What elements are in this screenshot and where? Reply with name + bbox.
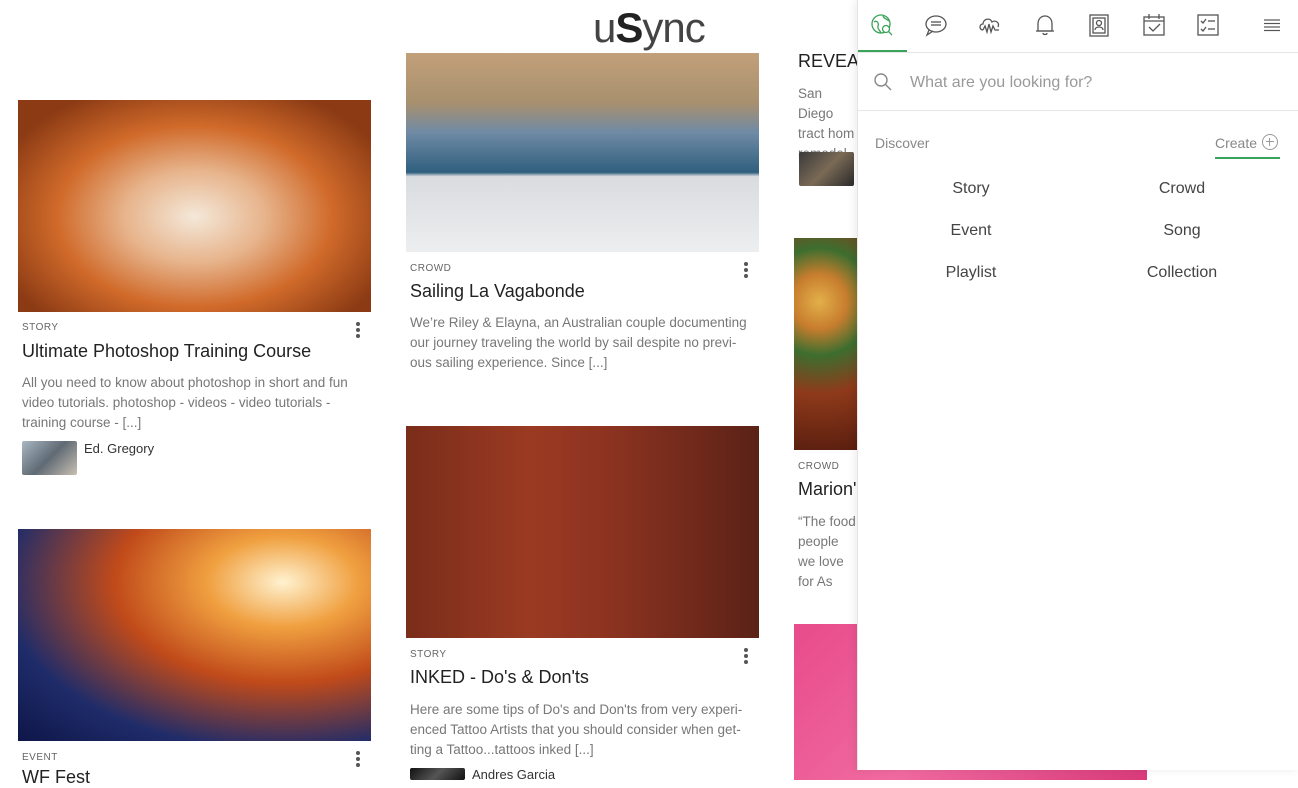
card-more-button[interactable] [352, 749, 364, 769]
logo-prefix: u [593, 4, 616, 51]
card-description: “The food people we love for As [798, 514, 856, 589]
app-logo[interactable]: uSync [593, 4, 706, 52]
author-avatar[interactable] [799, 152, 854, 186]
option-story[interactable]: Story [896, 180, 1046, 198]
cloud-music-icon[interactable] [977, 12, 1005, 40]
card-title[interactable]: Marion' [798, 479, 856, 500]
card-type: CROWD [410, 263, 452, 274]
option-song[interactable]: Song [1107, 222, 1257, 240]
card-more-button[interactable] [352, 320, 364, 340]
card-description: Here are some tips of Do's and Don'ts fr… [410, 702, 743, 757]
menu-icon[interactable] [1259, 12, 1287, 40]
create-underline [1215, 157, 1280, 159]
search-bar [858, 53, 1298, 111]
card-title[interactable]: INKED - Do's & Don'ts [410, 667, 589, 688]
author-avatar[interactable] [22, 441, 77, 475]
discover-icon[interactable] [869, 12, 897, 40]
logo-bold: S [615, 4, 643, 51]
chat-icon[interactable] [923, 12, 951, 40]
card-type: STORY [410, 649, 447, 660]
card-type: CROWD [798, 461, 840, 472]
card-image-food[interactable] [794, 238, 857, 450]
discover-panel: Discover Create Story Crowd Event Song P… [857, 0, 1298, 770]
card-type: EVENT [22, 752, 58, 763]
card-more-button[interactable] [740, 260, 752, 280]
search-icon [873, 72, 893, 92]
card-type: STORY [22, 322, 59, 333]
card-image-wf-fest[interactable] [18, 529, 371, 741]
author-name[interactable]: Ed. Gregory [84, 441, 154, 456]
card-image-photoshop[interactable] [18, 100, 371, 312]
contacts-icon[interactable] [1086, 12, 1114, 40]
card-more-button[interactable] [740, 646, 752, 666]
card-title[interactable]: WF Fest [22, 767, 90, 788]
search-input[interactable] [908, 67, 1282, 99]
option-event[interactable]: Event [896, 222, 1046, 240]
option-crowd[interactable]: Crowd [1107, 180, 1257, 198]
author-avatar[interactable] [410, 768, 465, 780]
checklist-icon[interactable] [1195, 12, 1223, 40]
card-description: All you need to know about photoshop in … [22, 375, 348, 430]
card-title[interactable]: Sailing La Vagabonde [410, 281, 585, 302]
panel-nav [858, 0, 1298, 53]
card-description: We’re Riley & Elayna, an Australian coup… [410, 315, 747, 370]
option-playlist[interactable]: Playlist [896, 264, 1046, 282]
card-title[interactable]: Ultimate Photoshop Training Course [22, 341, 311, 362]
card-image-inked[interactable] [406, 426, 759, 638]
active-tab-indicator [858, 50, 907, 52]
add-icon[interactable] [1262, 134, 1278, 150]
create-button[interactable]: Create [1215, 135, 1257, 151]
bell-icon[interactable] [1032, 12, 1060, 40]
calendar-icon[interactable] [1141, 12, 1169, 40]
option-collection[interactable]: Collection [1107, 264, 1257, 282]
discover-label: Discover [875, 135, 930, 151]
card-image-sailing[interactable] [406, 53, 759, 252]
logo-suffix: ync [642, 4, 705, 51]
